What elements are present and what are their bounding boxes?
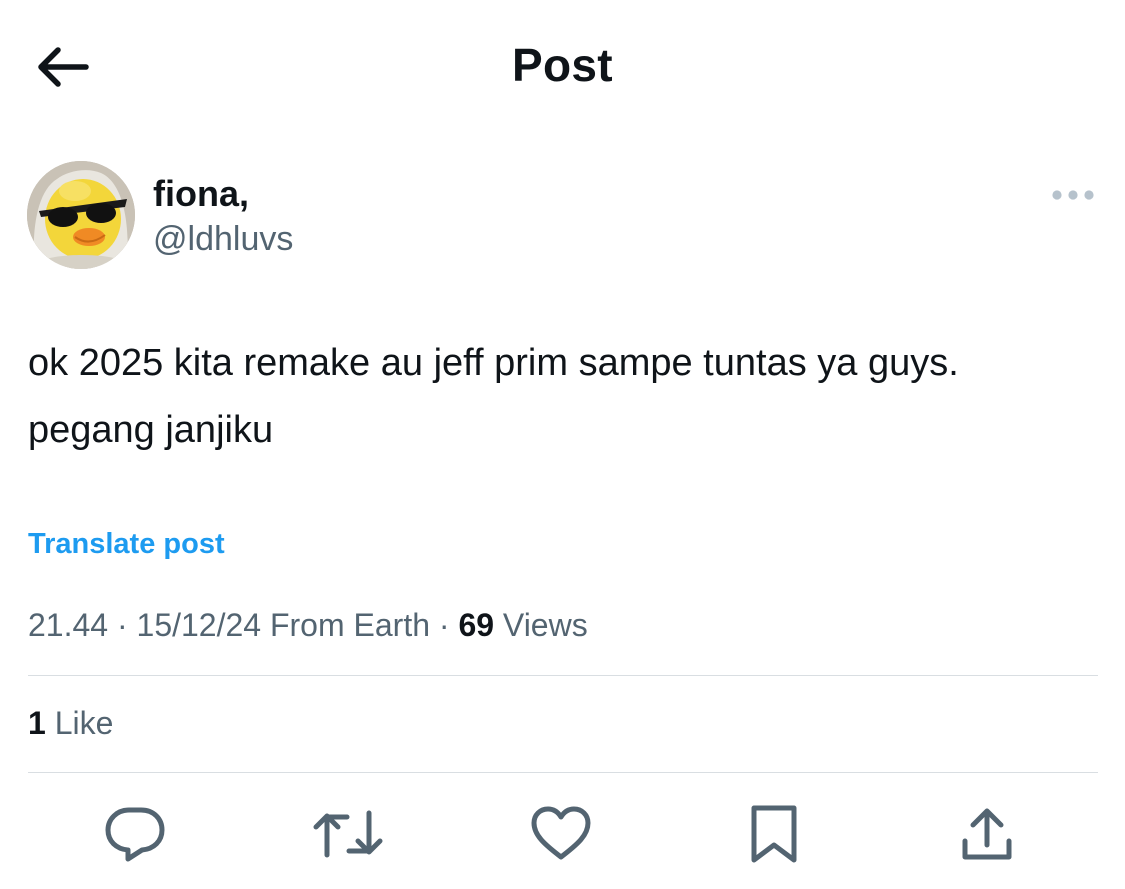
- likes-count: 1: [28, 705, 46, 741]
- views-label: Views: [494, 607, 588, 643]
- post-author: fiona, @ldhluvs: [27, 161, 1107, 273]
- action-bar: [0, 796, 1125, 876]
- repost-button[interactable]: [313, 796, 383, 872]
- user-handle[interactable]: @ldhluvs: [153, 220, 293, 259]
- meta-separator: ·: [108, 607, 137, 643]
- duck-avatar-image: [27, 161, 135, 269]
- divider: [28, 675, 1098, 676]
- bookmark-button[interactable]: [739, 796, 809, 872]
- display-name[interactable]: fiona,: [153, 173, 249, 215]
- like-icon: [531, 806, 591, 860]
- post-meta: 21.44 · 15/12/24 From Earth · 69 Views: [28, 607, 588, 644]
- more-options-button[interactable]: [1043, 177, 1103, 213]
- more-horizontal-icon: [1052, 190, 1094, 200]
- share-button[interactable]: [952, 796, 1022, 872]
- avatar[interactable]: [27, 161, 135, 269]
- meta-separator: ·: [430, 607, 459, 643]
- reply-button[interactable]: [100, 796, 170, 872]
- share-icon: [962, 808, 1012, 860]
- header: Post: [0, 0, 1125, 130]
- bookmark-icon: [751, 805, 797, 863]
- divider: [28, 772, 1098, 773]
- likes-stat[interactable]: 1 Like: [28, 705, 113, 742]
- post-date[interactable]: 15/12/24: [137, 607, 262, 643]
- reply-icon: [105, 807, 165, 862]
- repost-icon: [313, 810, 383, 858]
- like-button[interactable]: [526, 796, 596, 872]
- post-source: From Earth: [261, 607, 430, 643]
- translate-post-link[interactable]: Translate post: [28, 528, 225, 561]
- post-time[interactable]: 21.44: [28, 607, 108, 643]
- page-title: Post: [512, 39, 613, 91]
- post-text: ok 2025 kita remake au jeff prim sampe t…: [28, 342, 959, 451]
- views-count: 69: [458, 607, 495, 643]
- likes-label: Like: [45, 705, 114, 741]
